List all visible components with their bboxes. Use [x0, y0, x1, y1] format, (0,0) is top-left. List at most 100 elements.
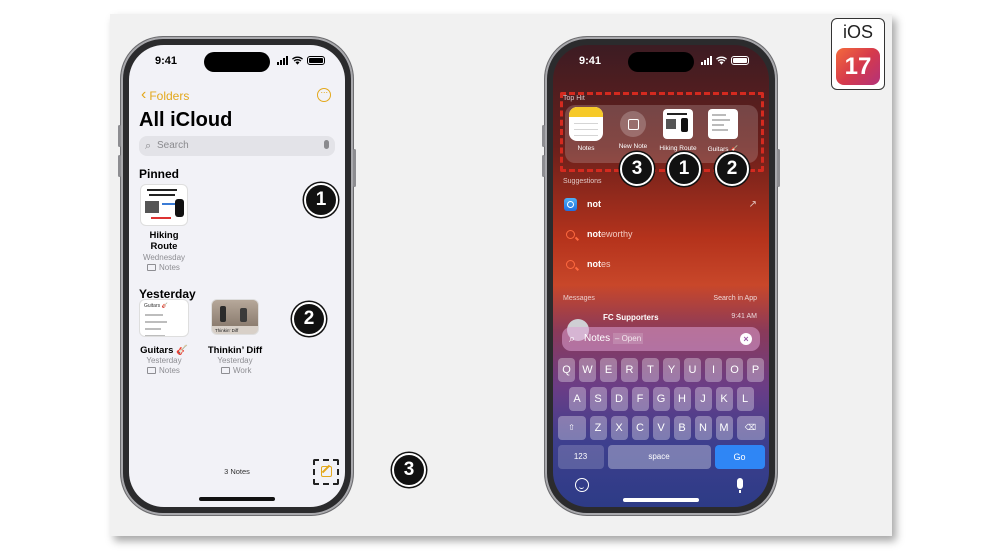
status-time: 9:41: [155, 55, 178, 67]
key-w[interactable]: W: [579, 358, 596, 382]
key-n[interactable]: N: [694, 416, 712, 440]
home-indicator[interactable]: [199, 497, 275, 501]
chevron-left-icon: ‹: [141, 86, 147, 103]
suggestion-match: not: [587, 229, 601, 239]
dictation-mic-icon[interactable]: [324, 140, 329, 149]
keyboard-row-3: ⇧ Z X C V B N M ⌫: [553, 416, 769, 440]
key-a[interactable]: A: [568, 387, 586, 411]
folders-back-button[interactable]: ‹ Folders: [141, 86, 189, 104]
folder-icon: [221, 367, 230, 374]
search-placeholder: Search: [157, 140, 189, 151]
thinkin-diff-thumbnail[interactable]: Thinkin’ Diff: [211, 299, 259, 335]
go-key[interactable]: Go: [714, 445, 765, 469]
search-icon: [565, 229, 575, 239]
keyboard-row-4: 123 space Go: [553, 445, 769, 469]
suggestion-rest: es: [601, 259, 611, 269]
folder-label: Notes: [159, 263, 180, 272]
shift-key[interactable]: ⇧: [557, 416, 586, 440]
search-input[interactable]: ⌕ Search: [139, 136, 335, 156]
numbers-key[interactable]: 123: [557, 445, 604, 469]
shift-icon: ⇧: [568, 423, 575, 432]
notes-folder-screen: 9:41 ‹ Folders ··· All iCloud ⌕ Search P…: [129, 45, 345, 507]
hiking-route-title-line2: Route: [150, 241, 178, 252]
thinkin-diff-folder: Work: [221, 366, 252, 375]
key-o[interactable]: O: [726, 358, 743, 382]
compose-icon[interactable]: [321, 466, 332, 477]
spotlight-search-input[interactable]: ⌕ Notes – Open ×: [562, 327, 760, 351]
side-button: [777, 149, 780, 187]
guitars-thumbnail-icon: [708, 109, 738, 139]
thinkin-diff-title: Thinkin’ Diff: [207, 345, 263, 356]
suggestion-match: not: [587, 259, 601, 269]
home-indicator[interactable]: [623, 498, 699, 502]
key-z[interactable]: Z: [589, 416, 607, 440]
key-y[interactable]: Y: [663, 358, 680, 382]
suggestions-header: Suggestions: [563, 178, 602, 185]
thinkin-diff-date: Yesterday: [217, 356, 253, 365]
key-x[interactable]: X: [610, 416, 628, 440]
notes-app-result[interactable]: Notes: [566, 107, 606, 152]
volume-up-button: [542, 125, 545, 147]
key-m[interactable]: M: [715, 416, 733, 440]
guitars-thumbnail[interactable]: Guitars 🎸: [139, 299, 189, 337]
safari-icon: [563, 197, 577, 211]
suggestion-row[interactable]: not ↗: [563, 194, 757, 214]
callout-1-pinned: 1: [304, 183, 338, 217]
folder-icon: [147, 264, 156, 271]
space-key[interactable]: space: [607, 445, 711, 469]
page-title: All iCloud: [139, 109, 233, 131]
suggestion-row[interactable]: not eworthy: [563, 224, 757, 244]
open-hint: – Open: [612, 333, 644, 344]
suggestion-row[interactable]: not es: [563, 254, 757, 274]
key-c[interactable]: C: [631, 416, 649, 440]
key-f[interactable]: F: [631, 387, 649, 411]
callout-3-new-note: 3: [620, 152, 654, 186]
left-phone: 9:41 ‹ Folders ··· All iCloud ⌕ Search P…: [118, 37, 356, 515]
suggestion-rest: eworthy: [601, 229, 633, 239]
hiking-route-thumbnail[interactable]: [140, 184, 188, 226]
guitars-result[interactable]: Guitars 🎸: [703, 107, 743, 153]
cellular-signal-icon: [701, 56, 712, 65]
key-p[interactable]: P: [747, 358, 764, 382]
key-d[interactable]: D: [610, 387, 628, 411]
guitars-date: Yesterday: [146, 356, 182, 365]
cellular-signal-icon: [277, 56, 288, 65]
spotlight-search-screen: 9:41 Top Hit Notes New Note Hiking Route: [553, 45, 769, 507]
delete-key[interactable]: ⌫: [736, 416, 765, 440]
key-k[interactable]: K: [715, 387, 733, 411]
key-e[interactable]: E: [600, 358, 617, 382]
delete-icon: ⌫: [744, 423, 757, 432]
key-i[interactable]: I: [705, 358, 722, 382]
key-u[interactable]: U: [684, 358, 701, 382]
search-icon: [565, 259, 575, 269]
new-note-action[interactable]: New Note: [613, 107, 653, 150]
guitars-title: Guitars 🎸: [140, 345, 188, 356]
key-g[interactable]: G: [652, 387, 670, 411]
emoji-icon[interactable]: [575, 478, 589, 492]
dynamic-island: [628, 52, 694, 72]
keyboard: Q W E R T Y U I O P A S D F G H J K L ⇧ …: [553, 358, 769, 507]
notes-app-icon: [569, 107, 603, 141]
folder-icon: [147, 367, 156, 374]
hiking-route-thumbnail-icon: [663, 109, 693, 139]
key-s[interactable]: S: [589, 387, 607, 411]
key-r[interactable]: R: [621, 358, 638, 382]
ios-logo-text: iOS: [842, 22, 873, 42]
key-t[interactable]: T: [642, 358, 659, 382]
key-b[interactable]: B: [673, 416, 691, 440]
key-l[interactable]: L: [736, 387, 754, 411]
key-j[interactable]: J: [694, 387, 712, 411]
new-note-highlight: [313, 459, 339, 485]
key-v[interactable]: V: [652, 416, 670, 440]
volume-up-button: [118, 125, 121, 147]
key-h[interactable]: H: [673, 387, 691, 411]
clear-icon[interactable]: ×: [740, 333, 752, 345]
dictation-mic-icon[interactable]: [737, 478, 743, 493]
ios17-logo: iOS 17: [831, 18, 885, 90]
search-in-app-link[interactable]: Search in App: [713, 295, 757, 302]
wifi-icon: [716, 56, 727, 65]
key-q[interactable]: Q: [558, 358, 575, 382]
more-options-button[interactable]: ···: [317, 88, 331, 102]
app-label: Notes: [577, 145, 595, 152]
hiking-route-result[interactable]: Hiking Route: [658, 107, 698, 152]
